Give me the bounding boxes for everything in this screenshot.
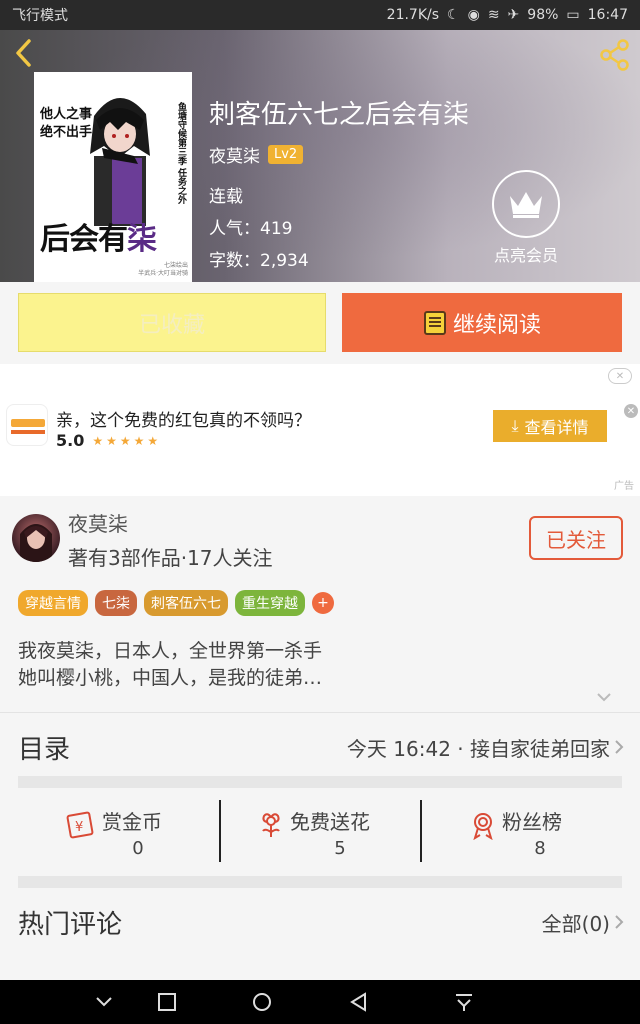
status-bar: 飞行模式 21.7K/s ☾ ◉ ≋ ✈ 98% ▭ 16:47: [0, 0, 640, 30]
latest-chapter: 今天 16:42 · 接自家徒弟回家: [346, 737, 610, 761]
expand-chevron-icon[interactable]: [596, 692, 612, 702]
book-cover[interactable]: 他人之事 绝不出手 鱼塘守候第三季 任务之外 后会有柒 七柒绘出 半武兵·大叮当…: [34, 72, 192, 282]
cover-tagline: 他人之事 绝不出手: [40, 107, 93, 140]
ad-details-button[interactable]: ⤓ 查看详情: [493, 410, 607, 442]
notification-pull-icon[interactable]: [453, 992, 475, 1014]
section-divider: [18, 876, 622, 888]
airplane-mode-text: 飞行模式: [12, 8, 68, 24]
continue-reading-button[interactable]: 继续阅读: [342, 293, 622, 352]
book-author[interactable]: 夜莫柒: [209, 142, 260, 167]
wifi-icon: ≋: [487, 7, 500, 23]
tag-list: 穿越言情 七柒 刺客伍六七 重生穿越 +: [18, 590, 334, 616]
tag-item[interactable]: 穿越言情: [18, 590, 88, 616]
eye-icon: ◉: [467, 7, 480, 23]
add-tag-button[interactable]: +: [312, 592, 334, 614]
reward-coin-stat[interactable]: ¥ 赏金币 0: [38, 802, 238, 872]
battery-percent: 98%: [527, 7, 559, 23]
stats-row: ¥ 赏金币 0 免费送花 5 粉丝榜 8: [0, 788, 640, 876]
fan-rank-stat[interactable]: 粉丝榜 8: [440, 802, 640, 872]
cover-vertical-text: 鱼塘守候第三季 任务之外: [176, 102, 186, 205]
home-icon[interactable]: [251, 992, 273, 1014]
ad-label: 广告: [614, 481, 634, 492]
battery-icon: ▭: [566, 7, 580, 23]
recent-apps-icon[interactable]: [157, 992, 177, 1012]
continue-reading-label: 继续阅读: [452, 312, 541, 338]
clock: 16:47: [587, 7, 628, 23]
back-nav-icon[interactable]: [349, 992, 369, 1012]
moon-icon: ☾: [447, 7, 460, 23]
follow-button[interactable]: 已关注: [529, 516, 623, 560]
tag-item[interactable]: 七柒: [95, 590, 137, 616]
book-status: 连载: [209, 187, 243, 207]
flower-icon: [262, 813, 280, 837]
download-icon: ⤓: [511, 416, 519, 435]
book-popularity: 人气：419: [209, 219, 293, 239]
all-comments-link[interactable]: 全部(0): [542, 908, 610, 937]
favorite-button[interactable]: 已收藏: [18, 293, 326, 352]
stat-separator: [420, 800, 422, 862]
hot-comments-title: 热门评论: [18, 910, 123, 940]
author-level-badge: Lv2: [268, 145, 304, 164]
hot-comments-row[interactable]: 热门评论 全部(0): [0, 888, 640, 954]
book-title: 刺客伍六七之后会有柒: [209, 100, 470, 130]
book-header: 他人之事 绝不出手 鱼塘守候第三季 任务之外 后会有柒 七柒绘出 半武兵·大叮当…: [0, 30, 640, 282]
free-flower-stat[interactable]: 免费送花 5: [240, 802, 440, 872]
ad-text: 亲，这个免费的红包真的不领吗？: [56, 411, 311, 431]
book-word-count: 字数：2,934: [209, 251, 309, 271]
author-avatar[interactable]: [12, 514, 60, 562]
airplane-icon: ✈: [507, 7, 520, 23]
author-stats: 著有3部作品·17人关注: [68, 546, 273, 570]
author-name[interactable]: 夜莫柒: [68, 508, 128, 537]
medal-icon: [473, 813, 493, 840]
action-bar: 已收藏 继续阅读: [0, 282, 640, 364]
nav-down-icon[interactable]: [94, 992, 114, 1012]
cover-big-title: 后会有柒: [40, 222, 157, 257]
system-nav-bar: [0, 980, 640, 1024]
crown-icon: [510, 192, 542, 218]
chevron-right-icon: [615, 915, 624, 929]
ad-app-icon: [6, 404, 48, 446]
vip-label: 点亮会员: [493, 246, 558, 265]
vip-button[interactable]: 点亮会员: [489, 170, 563, 266]
ad-dismiss-icon[interactable]: ✕: [624, 404, 638, 418]
book-description[interactable]: 我夜莫柒，日本人，全世界第一杀手 她叫樱小桃，中国人，是我的徒弟…: [18, 638, 322, 692]
svg-text:¥: ¥: [75, 820, 83, 835]
tag-item[interactable]: 重生穿越: [235, 590, 305, 616]
catalog-title: 目录: [18, 735, 71, 765]
back-icon[interactable]: [10, 38, 40, 68]
section-divider: [18, 776, 622, 788]
net-speed: 21.7K/s: [386, 7, 440, 23]
ad-rating: 5.0 ★★★★★: [56, 431, 162, 450]
stat-separator: [219, 800, 221, 862]
share-icon[interactable]: [598, 38, 632, 72]
author-section: 夜莫柒 著有3部作品·17人关注 已关注 穿越言情 七柒 刺客伍六七 重生穿越 …: [0, 496, 640, 710]
ad-banner[interactable]: ✕ 亲，这个免费的红包真的不领吗？ 5.0 ★★★★★ ⤓ 查看详情 ✕ 广告: [0, 364, 640, 496]
book-icon: [423, 310, 446, 335]
chevron-right-icon: [615, 740, 624, 754]
coin-envelope-icon: ¥: [66, 811, 94, 839]
catalog-row[interactable]: 目录 今天 16:42 · 接自家徒弟回家: [0, 712, 640, 776]
tag-item[interactable]: 刺客伍六七: [144, 590, 228, 616]
star-rating-icon: ★★★★★: [92, 433, 162, 448]
ad-close-icon[interactable]: ✕: [608, 368, 632, 384]
cover-small-text: 七柒绘出 半武兵·大叮当对骑: [138, 262, 188, 277]
